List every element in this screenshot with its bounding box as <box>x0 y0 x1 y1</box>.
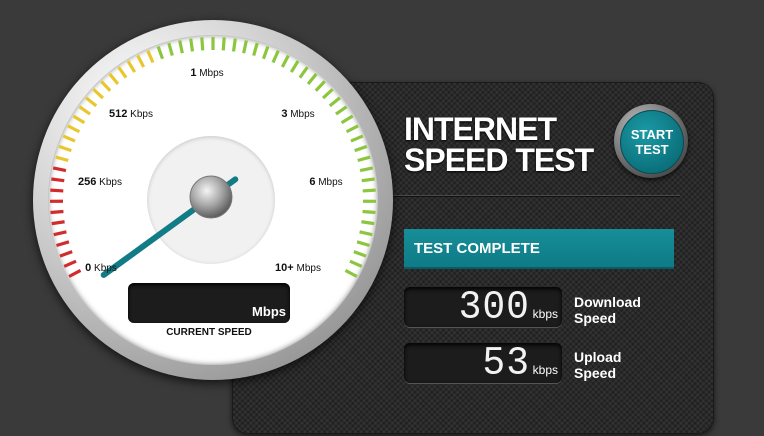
gauge-tick <box>350 134 364 143</box>
gauge-tick <box>349 259 363 268</box>
gauge-tick <box>50 188 64 193</box>
gauge-tick <box>271 49 280 64</box>
gauge-tick <box>361 220 375 226</box>
gauge-tick <box>242 40 248 54</box>
gauge-tick <box>92 88 105 100</box>
gauge-tick <box>67 124 81 134</box>
gauge-tick <box>108 72 120 85</box>
current-speed-display: Mbps <box>128 283 290 323</box>
gauge-tick <box>252 42 259 57</box>
gauge-tick <box>156 45 165 60</box>
gauge-tick <box>221 37 226 51</box>
gauge-tick <box>340 114 354 125</box>
gauge-tick <box>359 230 373 237</box>
gauge-tick <box>189 38 195 52</box>
gauge-tick <box>200 37 205 51</box>
gauge-tick <box>68 269 82 278</box>
gauge-tick <box>354 144 368 153</box>
gauge-tick <box>62 134 76 143</box>
gauge-tick <box>52 166 67 173</box>
gauge-tick <box>280 54 290 68</box>
gauge-tick <box>51 220 65 226</box>
gauge-tick <box>362 209 376 215</box>
gauge-tick <box>55 155 69 163</box>
gauge-tick <box>53 230 67 237</box>
tick-label-256: 256 Kbps <box>78 176 122 188</box>
gauge-tick <box>357 155 371 163</box>
gauge-tick <box>353 250 367 258</box>
gauge-tick <box>289 60 300 73</box>
gauge-tick <box>306 72 318 85</box>
gauge-tick <box>85 96 98 108</box>
gauge-tick <box>126 60 137 73</box>
current-speed-unit: Mbps <box>252 304 286 319</box>
gauge-tick <box>335 105 348 116</box>
gauge-tick <box>362 188 376 193</box>
gauge-tick <box>146 49 155 64</box>
tick-label-10mbps: 10+ Mbps <box>275 262 321 274</box>
gauge-tick <box>136 54 146 68</box>
needle-hub <box>189 175 233 219</box>
gauge-tick <box>314 80 326 92</box>
current-speed-label: CURRENT SPEED <box>166 327 252 338</box>
gauge-tick <box>344 269 358 278</box>
tick-label-1mbps: 1 Mbps <box>190 67 224 79</box>
gauge-tick <box>117 66 128 79</box>
tick-label-3mbps: 3 Mbps <box>281 108 315 120</box>
gauge-tick <box>178 40 184 54</box>
gauge-tick <box>50 209 64 215</box>
gauge-tick <box>298 66 309 79</box>
speed-gauge <box>49 37 377 278</box>
gauge-tick <box>51 177 65 183</box>
gauge-tick <box>56 240 70 248</box>
gauge-tick <box>261 45 270 60</box>
gauge-tick <box>167 42 174 57</box>
gauge-tick <box>359 166 374 173</box>
gauge-tick <box>231 38 237 52</box>
gauge-tick <box>321 88 334 100</box>
tick-label-0: 0 Kbps <box>85 262 117 274</box>
gauge-tick <box>345 124 359 134</box>
gauge-tick <box>59 250 73 258</box>
gauge-tick <box>58 144 72 153</box>
gauge-tick <box>328 96 341 108</box>
gauge-tick <box>356 240 370 248</box>
tick-label-512: 512 Kbps <box>109 108 153 120</box>
tick-label-6mbps: 6 Mbps <box>309 176 343 188</box>
gauge-tick <box>361 177 375 183</box>
gauge-tick <box>100 80 112 92</box>
gauge-tick <box>72 114 86 125</box>
gauge-tick <box>78 105 91 116</box>
gauge-tick <box>63 259 77 268</box>
